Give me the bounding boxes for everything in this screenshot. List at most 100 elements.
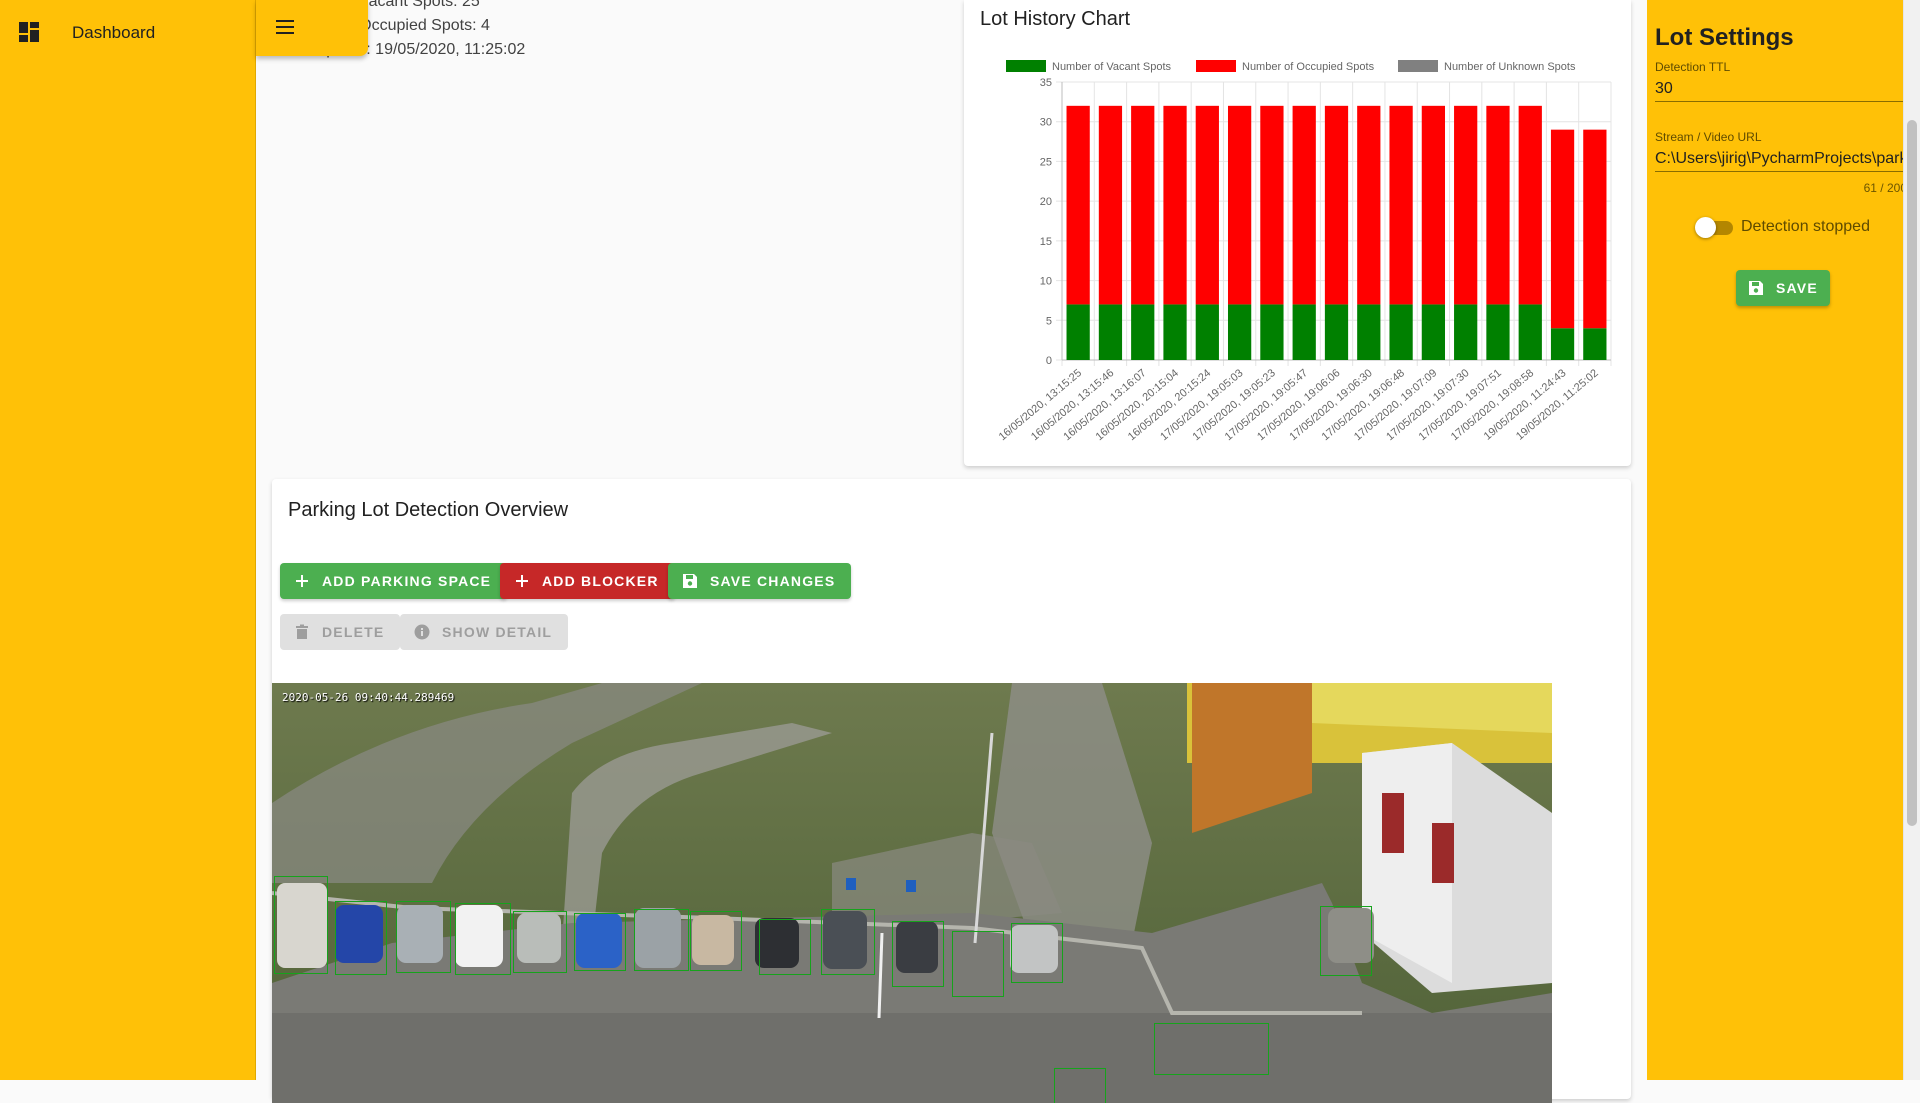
bar bbox=[1421, 304, 1446, 360]
trash-icon bbox=[296, 624, 308, 639]
legend-label: Number of Unknown Spots bbox=[1444, 61, 1576, 73]
chart-title: Lot History Chart bbox=[980, 8, 1131, 30]
bar bbox=[1421, 105, 1446, 305]
legend-swatch bbox=[1196, 60, 1236, 72]
bar bbox=[1454, 304, 1478, 360]
parking-space-box[interactable] bbox=[335, 901, 387, 975]
parking-space-box[interactable] bbox=[574, 913, 626, 971]
floppy-disk-icon bbox=[1749, 281, 1763, 295]
parking-space-box[interactable] bbox=[1154, 1023, 1269, 1075]
add-parking-space-button[interactable]: ADD PARKING SPACE bbox=[280, 563, 508, 599]
legend-label: Number of Vacant Spots bbox=[1052, 61, 1172, 73]
parking-space-box[interactable] bbox=[634, 909, 689, 971]
bar bbox=[1357, 105, 1381, 305]
bar bbox=[1260, 304, 1284, 360]
bar bbox=[1260, 105, 1284, 305]
bar bbox=[1098, 304, 1123, 360]
parking-space-box[interactable] bbox=[952, 931, 1004, 997]
stream-url-input[interactable] bbox=[1655, 146, 1903, 172]
hamburger-menu-icon bbox=[276, 20, 294, 34]
bar bbox=[1486, 105, 1510, 305]
parking-lot-scene bbox=[272, 683, 1552, 1103]
delete-label: DELETE bbox=[322, 624, 385, 640]
save-changes-button[interactable]: SAVE CHANGES bbox=[668, 563, 852, 599]
page-scrollbar[interactable] bbox=[1903, 0, 1920, 1080]
y-tick-label: 10 bbox=[1040, 276, 1052, 288]
bar bbox=[1227, 304, 1252, 360]
bar bbox=[1583, 129, 1607, 329]
bar bbox=[1163, 304, 1187, 360]
bar bbox=[1195, 304, 1219, 360]
scrollbar-thumb[interactable] bbox=[1907, 120, 1917, 826]
add-blocker-label: ADD BLOCKER bbox=[542, 573, 659, 589]
menu-toggle-button[interactable] bbox=[256, 0, 368, 56]
delete-button[interactable]: DELETE bbox=[280, 614, 401, 650]
y-tick-label: 35 bbox=[1040, 77, 1052, 89]
legend-label: Number of Occupied Spots bbox=[1242, 61, 1375, 73]
y-tick-label: 25 bbox=[1040, 156, 1052, 168]
parking-space-box[interactable] bbox=[396, 901, 451, 973]
bar bbox=[1163, 105, 1187, 305]
detection-toggle[interactable] bbox=[1695, 217, 1735, 238]
bar bbox=[1195, 105, 1219, 305]
save-settings-button[interactable]: SAVE bbox=[1736, 270, 1830, 306]
toggle-knob bbox=[1695, 217, 1716, 238]
settings-title: Lot Settings bbox=[1655, 24, 1794, 51]
lot-history-chart: Number of Vacant Spots Number of Occupied… bbox=[997, 60, 1612, 443]
bar bbox=[1486, 304, 1510, 360]
dashboard-icon bbox=[19, 22, 39, 42]
camera-feed-image[interactable]: 2020-05-26 09:40:44.289469 bbox=[272, 683, 1552, 1103]
parking-space-box[interactable] bbox=[821, 909, 875, 975]
detection-title: Parking Lot Detection Overview bbox=[288, 499, 569, 521]
sidebar-item-label: Dashboard bbox=[72, 23, 156, 42]
floppy-disk-icon bbox=[683, 574, 697, 588]
show-detail-button[interactable]: SHOW DETAIL bbox=[400, 614, 569, 650]
bar bbox=[1227, 105, 1252, 305]
parking-space-box[interactable] bbox=[1320, 906, 1372, 976]
camera-timestamp: 2020-05-26 09:40:44.289469 bbox=[282, 691, 455, 704]
add-blocker-button[interactable]: ADD BLOCKER bbox=[500, 563, 675, 599]
detection-ttl-input[interactable] bbox=[1655, 76, 1903, 102]
sidebar-item-dashboard[interactable]: Dashboard bbox=[0, 10, 256, 54]
lot-history-chart-card: Lot History Chart Number of Vacant Spots… bbox=[964, 0, 1631, 466]
bar bbox=[1518, 304, 1542, 360]
parking-space-box[interactable] bbox=[1054, 1068, 1106, 1103]
plus-icon bbox=[296, 575, 308, 587]
add-parking-space-label: ADD PARKING SPACE bbox=[322, 573, 492, 589]
bar bbox=[1389, 304, 1413, 360]
y-tick-label: 15 bbox=[1040, 236, 1052, 248]
bar bbox=[1389, 105, 1413, 305]
save-settings-label: SAVE bbox=[1776, 280, 1818, 296]
y-tick-label: 0 bbox=[1046, 355, 1052, 367]
bar bbox=[1550, 129, 1575, 329]
bar bbox=[1292, 105, 1316, 305]
show-detail-label: SHOW DETAIL bbox=[442, 624, 553, 640]
bar bbox=[1324, 105, 1349, 305]
y-tick-label: 20 bbox=[1040, 196, 1052, 208]
bar bbox=[1066, 304, 1090, 360]
parking-space-box[interactable] bbox=[892, 921, 944, 987]
bar bbox=[1324, 304, 1349, 360]
bar bbox=[1550, 328, 1575, 360]
bar bbox=[1518, 105, 1542, 305]
detection-overview-card: Parking Lot Detection Overview ADD PARKI… bbox=[272, 479, 1631, 1103]
save-changes-label: SAVE CHANGES bbox=[710, 573, 836, 589]
lot-settings-panel: Lot Settings Detection TTL Stream / Vide… bbox=[1647, 0, 1903, 1080]
parking-space-box[interactable] bbox=[1011, 923, 1063, 983]
bar bbox=[1454, 105, 1478, 305]
legend-swatch bbox=[1398, 60, 1438, 72]
parking-space-box[interactable] bbox=[455, 903, 511, 975]
legend-swatch bbox=[1006, 60, 1046, 72]
bar bbox=[1583, 328, 1607, 360]
parking-space-box[interactable] bbox=[274, 876, 328, 974]
detection-ttl-label: Detection TTL bbox=[1655, 60, 1731, 74]
parking-space-box[interactable] bbox=[690, 911, 742, 971]
plus-icon bbox=[516, 575, 528, 587]
sidebar: Dashboard bbox=[0, 0, 256, 1080]
bar bbox=[1357, 304, 1381, 360]
y-tick-label: 30 bbox=[1040, 117, 1052, 129]
parking-space-box[interactable] bbox=[513, 911, 567, 973]
bar bbox=[1131, 105, 1155, 305]
detection-toggle-label: Detection stopped bbox=[1741, 218, 1870, 235]
parking-space-box[interactable] bbox=[759, 919, 811, 975]
